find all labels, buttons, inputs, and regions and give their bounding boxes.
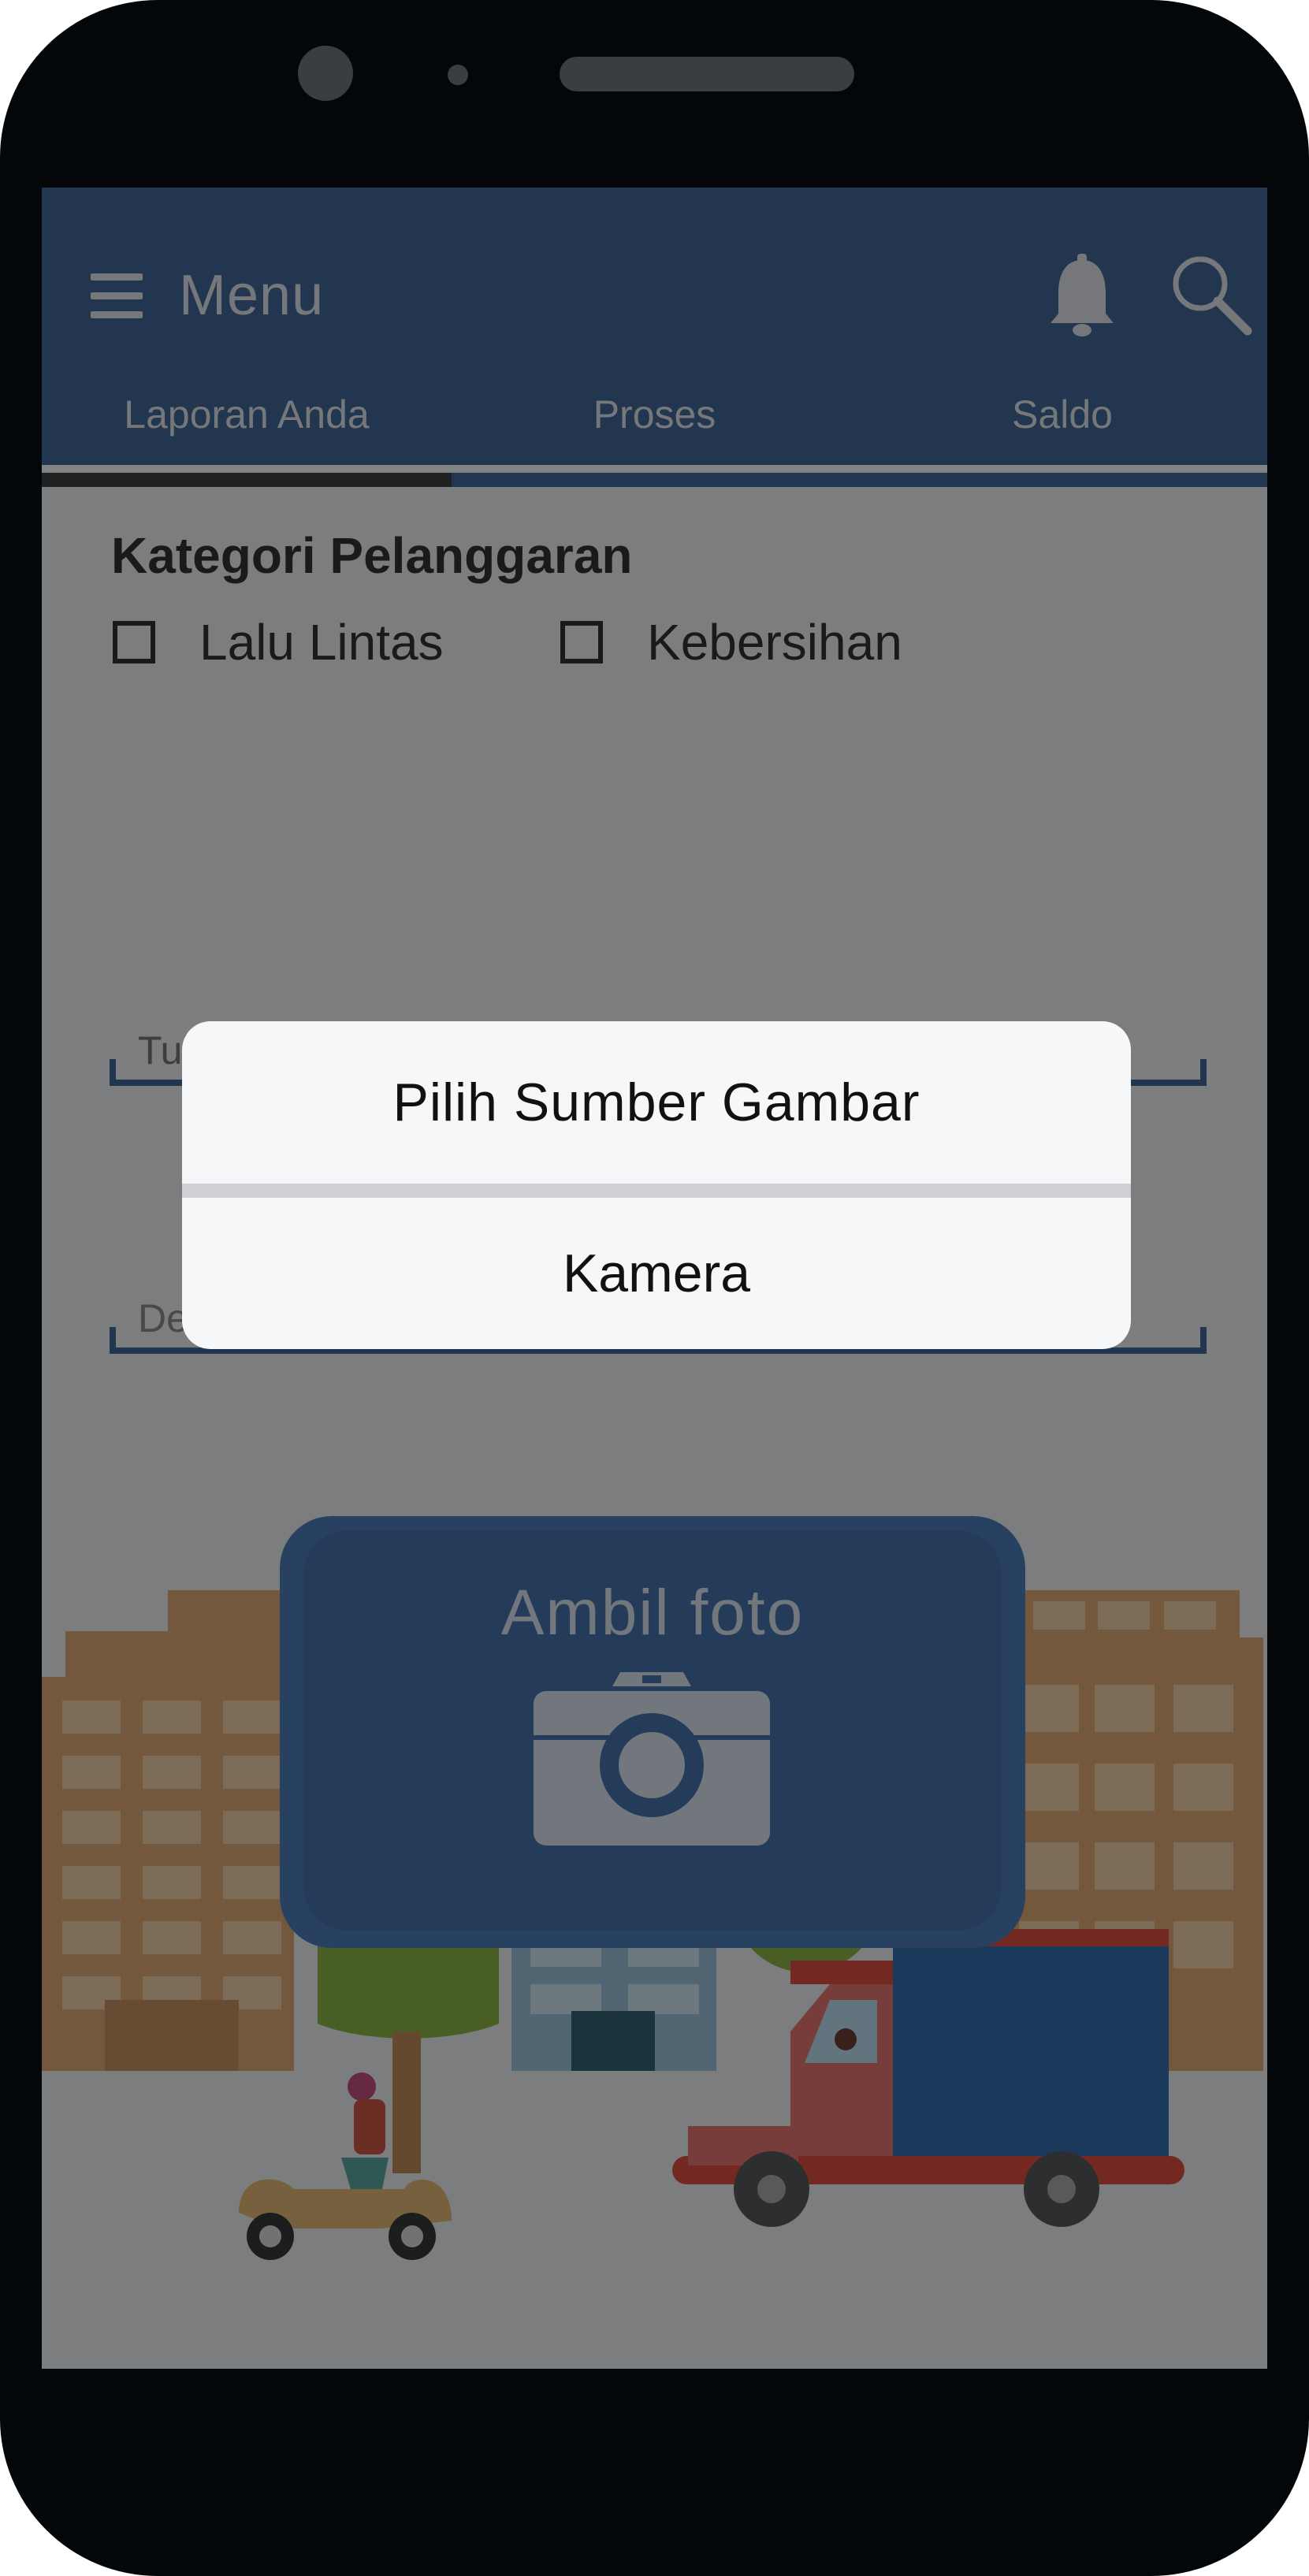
dialog-divider — [182, 1184, 1131, 1198]
app-screen: Menu Laporan Anda Proses Saldo Kategori … — [42, 188, 1267, 2369]
phone-frame: Menu Laporan Anda Proses Saldo Kategori … — [0, 0, 1309, 2576]
dialog-title: Pilih Sumber Gambar — [392, 1072, 920, 1132]
earpiece-speaker — [560, 57, 854, 91]
proximity-sensor — [448, 65, 468, 85]
camera-option-button[interactable]: Kamera — [182, 1198, 1131, 1349]
image-source-dialog: Pilih Sumber Gambar Kamera — [182, 1021, 1131, 1349]
front-camera — [298, 46, 353, 101]
